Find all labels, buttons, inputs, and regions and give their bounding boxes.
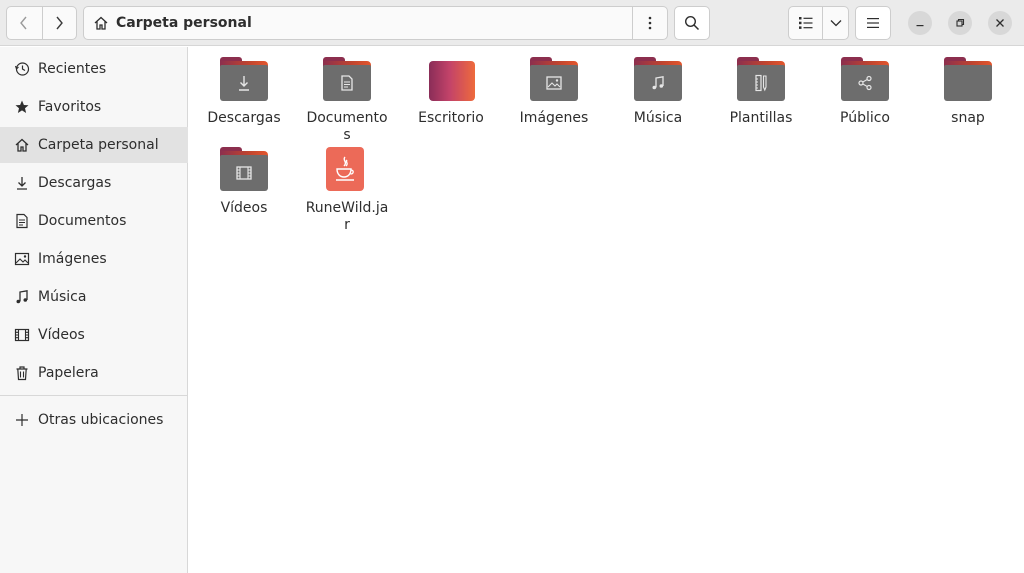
search-icon	[684, 15, 700, 31]
list-view-icon	[798, 17, 813, 29]
sidebar-item-label: Documentos	[38, 213, 127, 229]
sidebar-item-label: Papelera	[38, 365, 99, 381]
sidebar-item-label: Música	[38, 289, 87, 305]
file-item-videos[interactable]: Vídeos	[192, 147, 296, 217]
file-name: Descargas	[207, 110, 281, 126]
folder-icon	[841, 57, 889, 105]
sidebar-item-label: Recientes	[38, 61, 107, 77]
file-item-imagenes[interactable]: Imágenes	[502, 57, 606, 127]
home-icon	[94, 16, 108, 30]
file-item-descargas[interactable]: Descargas	[192, 57, 296, 127]
sidebar-item-imagenes[interactable]: Imágenes	[0, 241, 188, 277]
vertical-dots-icon	[648, 16, 652, 30]
sidebar-item-carpeta-personal[interactable]: Carpeta personal	[0, 127, 188, 163]
file-view: Descargas Documentos Escritorio Imágenes	[189, 47, 1024, 573]
file-name: Escritorio	[418, 110, 484, 126]
chevron-right-icon	[56, 16, 64, 30]
clock-icon	[13, 60, 31, 78]
location-menu-button[interactable]	[632, 7, 667, 39]
star-icon	[13, 98, 31, 116]
download-icon	[239, 76, 249, 91]
film-icon	[13, 326, 31, 344]
image-icon	[546, 76, 562, 90]
share-icon	[858, 75, 872, 91]
sidebar-item-label: Descargas	[38, 175, 112, 191]
file-item-publico[interactable]: Público	[813, 57, 917, 127]
breadcrumb-home[interactable]: Carpeta personal	[84, 7, 632, 39]
hamburger-icon	[867, 18, 879, 28]
sidebar-item-label: Favoritos	[38, 99, 102, 115]
file-item-musica[interactable]: Música	[606, 57, 710, 127]
trash-icon	[13, 364, 31, 382]
film-icon	[236, 166, 252, 180]
forward-button[interactable]	[41, 7, 77, 39]
sidebar-item-label: Imágenes	[38, 251, 107, 267]
folder-icon	[323, 57, 371, 105]
file-name: Vídeos	[220, 200, 268, 216]
sidebar-item-label: Carpeta personal	[38, 137, 159, 153]
sidebar-item-label: Otras ubicaciones	[38, 412, 164, 428]
sidebar-item-label: Vídeos	[38, 327, 85, 343]
restore-icon	[956, 18, 965, 27]
sidebar-item-descargas[interactable]: Descargas	[0, 165, 188, 201]
file-name: Música	[633, 110, 683, 126]
chevron-down-icon	[830, 20, 842, 27]
music-icon	[652, 76, 664, 90]
sidebar: Recientes Favoritos Carpeta personal Des…	[0, 47, 188, 573]
folder-icon	[220, 147, 268, 195]
list-view-button[interactable]	[789, 7, 822, 39]
minimize-icon	[916, 25, 924, 27]
jar-file-icon	[323, 147, 371, 195]
close-button[interactable]	[988, 11, 1012, 35]
folder-icon	[737, 57, 785, 105]
location-label: Carpeta personal	[116, 15, 252, 31]
file-name: Plantillas	[729, 110, 793, 126]
folder-icon	[220, 57, 268, 105]
folder-icon	[530, 57, 578, 105]
sidebar-divider	[0, 395, 188, 396]
java-icon	[336, 156, 354, 181]
navigation-buttons	[6, 6, 77, 40]
main-menu-button[interactable]	[855, 6, 891, 40]
sidebar-item-papelera[interactable]: Papelera	[0, 355, 188, 391]
file-name: Imágenes	[519, 110, 589, 126]
header-bar: Carpeta personal	[0, 0, 1024, 46]
file-item-runewild-jar[interactable]: RuneWild.jar	[295, 147, 399, 234]
view-options-dropdown[interactable]	[822, 7, 848, 39]
search-button[interactable]	[674, 6, 710, 40]
folder-icon	[944, 57, 992, 105]
sidebar-item-otras-ubicaciones[interactable]: Otras ubicaciones	[0, 402, 188, 438]
chevron-left-icon	[20, 16, 27, 30]
download-icon	[13, 174, 31, 192]
file-item-escritorio[interactable]: Escritorio	[399, 57, 503, 127]
file-item-documentos[interactable]: Documentos	[295, 57, 399, 144]
document-icon	[13, 212, 31, 230]
sidebar-item-documentos[interactable]: Documentos	[0, 203, 188, 239]
location-bar: Carpeta personal	[83, 6, 668, 40]
sidebar-item-musica[interactable]: Música	[0, 279, 188, 315]
file-name: Público	[840, 110, 890, 126]
sidebar-item-videos[interactable]: Vídeos	[0, 317, 188, 353]
image-icon	[13, 250, 31, 268]
file-name: Documentos	[306, 110, 388, 143]
file-name: snap	[951, 110, 985, 126]
home-icon	[13, 136, 31, 154]
sidebar-item-favoritos[interactable]: Favoritos	[0, 89, 188, 125]
music-icon	[13, 288, 31, 306]
sidebar-item-recientes[interactable]: Recientes	[0, 51, 188, 87]
plus-icon	[13, 411, 31, 429]
back-button[interactable]	[7, 7, 42, 39]
template-icon	[755, 74, 767, 92]
view-switcher	[788, 6, 849, 40]
desktop-folder-icon	[427, 57, 475, 105]
folder-icon	[634, 57, 682, 105]
file-item-snap[interactable]: snap	[916, 57, 1020, 127]
minimize-button[interactable]	[908, 11, 932, 35]
document-icon	[341, 75, 353, 91]
file-item-plantillas[interactable]: Plantillas	[709, 57, 813, 127]
file-name: RuneWild.jar	[305, 200, 389, 233]
close-icon	[996, 19, 1004, 27]
restore-button[interactable]	[948, 11, 972, 35]
